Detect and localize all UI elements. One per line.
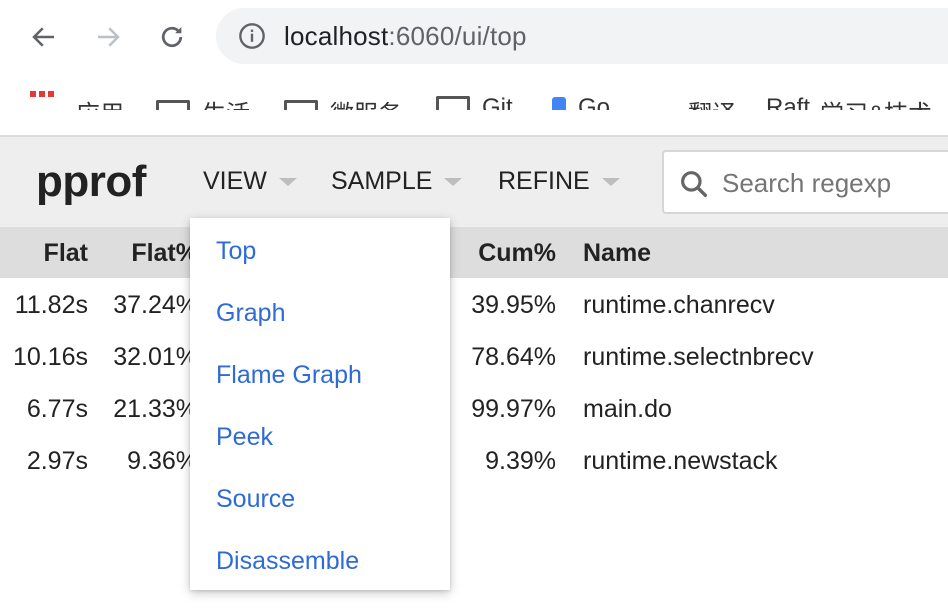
cell-name: main.do — [583, 395, 672, 423]
table-row[interactable]: 6.77s 21.33% 99.97% main.do — [0, 382, 948, 434]
bookmark-folder[interactable]: Git — [436, 94, 513, 110]
url-path: :6060/ui/top — [388, 21, 527, 51]
back-button[interactable] — [24, 17, 64, 57]
pprof-header: pprof VIEW SAMPLE REFINE — [0, 137, 948, 227]
browser-toolbar: localhost:6060/ui/top — [0, 0, 948, 72]
bookmark-label: 学习&技术 — [820, 94, 932, 110]
url-text[interactable]: localhost:6060/ui/top — [284, 21, 527, 51]
cell-flat: 2.97s — [26, 447, 88, 475]
bookmarks-bar: 应用 生活 微服务 Git Go 翻译 Raft 学习&技术 — [0, 72, 948, 136]
reload-button[interactable] — [152, 17, 192, 57]
table-row[interactable]: 10.16s 32.01% 78.64% runtime.selectnbrec… — [0, 330, 948, 382]
bookmark-apps[interactable]: 应用 — [76, 94, 124, 110]
cell-name: runtime.newstack — [583, 447, 778, 475]
table-row[interactable]: 2.97s 9.36% 9.39% runtime.newstack — [0, 434, 948, 486]
bookmark-favicon — [552, 97, 566, 110]
menu-item-disassemble[interactable]: Disassemble — [216, 547, 359, 576]
menu-label: VIEW — [203, 167, 267, 195]
menu-item-graph[interactable]: Graph — [216, 299, 285, 328]
column-header-cum-pct[interactable]: Cum% — [478, 239, 556, 268]
cell-flat: 6.77s — [26, 395, 88, 423]
column-header-flat-pct[interactable]: Flat% — [131, 239, 198, 268]
menu-item-top[interactable]: Top — [216, 237, 256, 266]
apps-grid-icon[interactable] — [30, 91, 54, 97]
arrow-right-icon — [98, 27, 120, 47]
caret-down-icon — [278, 177, 297, 186]
bookmark-label: 应用 — [76, 94, 124, 110]
sample-menu-button[interactable]: SAMPLE — [331, 167, 463, 196]
folder-icon — [284, 99, 318, 110]
cell-cum-pct: 99.97% — [471, 395, 556, 423]
menu-item-peek[interactable]: Peek — [216, 423, 273, 452]
bookmark-label: 微服务 — [330, 94, 402, 110]
menu-item-source[interactable]: Source — [216, 485, 295, 514]
menu-label: SAMPLE — [331, 167, 433, 195]
search-box[interactable] — [662, 150, 948, 214]
menu-label: REFINE — [498, 167, 590, 195]
column-header-flat[interactable]: Flat — [44, 239, 88, 268]
bookmark-item[interactable]: 学习&技术 — [820, 94, 932, 110]
bookmark-label: Go — [578, 94, 611, 110]
cell-name: runtime.selectnbrecv — [583, 343, 814, 371]
bookmark-label: Raft — [766, 94, 811, 110]
column-header-name[interactable]: Name — [583, 239, 651, 268]
view-dropdown-menu: Top Graph Flame Graph Peek Source Disass… — [190, 218, 450, 590]
cell-flat-pct: 32.01% — [113, 343, 198, 371]
arrow-left-icon — [32, 27, 54, 47]
info-icon[interactable] — [238, 22, 266, 50]
address-bar[interactable]: localhost:6060/ui/top — [216, 8, 948, 64]
cell-flat-pct: 37.24% — [113, 291, 198, 319]
cell-name: runtime.chanrecv — [583, 291, 775, 319]
bookmark-folder[interactable]: 生活 — [156, 94, 250, 110]
caret-down-icon — [444, 177, 463, 186]
search-icon — [681, 171, 708, 198]
forward-button[interactable] — [88, 17, 128, 57]
cell-cum-pct: 9.39% — [485, 447, 556, 475]
bookmark-item[interactable]: Go — [552, 94, 610, 110]
cell-flat-pct: 9.36% — [127, 447, 198, 475]
search-input[interactable] — [722, 162, 948, 204]
view-menu-button[interactable]: VIEW — [203, 167, 297, 196]
bookmark-item[interactable]: 翻译 — [688, 94, 736, 110]
bookmark-item[interactable]: Raft — [766, 94, 810, 110]
cell-cum-pct: 78.64% — [471, 343, 556, 371]
folder-icon — [156, 99, 190, 110]
caret-down-icon — [601, 177, 620, 186]
menu-item-flame-graph[interactable]: Flame Graph — [216, 361, 362, 390]
reload-icon — [161, 26, 183, 48]
bookmark-folder[interactable]: 微服务 — [284, 94, 402, 110]
cell-flat: 10.16s — [12, 343, 88, 371]
refine-menu-button[interactable]: REFINE — [498, 167, 620, 196]
bookmark-label: 生活 — [202, 94, 250, 110]
bookmark-label: Git — [482, 94, 513, 110]
folder-icon — [436, 96, 470, 110]
table-header: Flat Flat% Cum% Name — [0, 227, 948, 278]
redaction-mark — [720, 118, 850, 136]
url-host: localhost — [284, 21, 389, 51]
table-row[interactable]: 11.82s 37.24% 39.95% runtime.chanrecv — [0, 278, 948, 330]
cell-flat: 11.82s — [14, 291, 88, 319]
app-logo: pprof — [36, 157, 146, 206]
bookmark-label: 翻译 — [688, 94, 736, 110]
cell-cum-pct: 39.95% — [471, 291, 556, 319]
cell-flat-pct: 21.33% — [113, 395, 198, 423]
